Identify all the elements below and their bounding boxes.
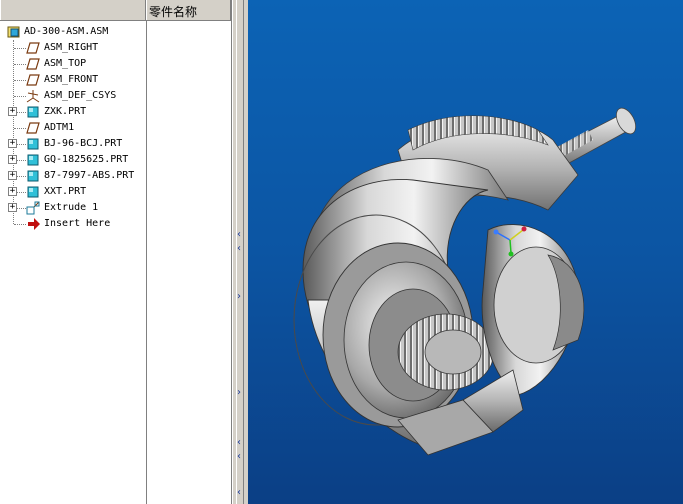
- tree-item-label: ZXK.PRT: [44, 106, 87, 117]
- tree-item-asm-top[interactable]: ASM_TOP: [0, 56, 146, 72]
- tree-item-label: Insert Here: [44, 218, 111, 229]
- tree-item-label: Extrude 1: [44, 202, 99, 213]
- tree-connector: [17, 208, 26, 209]
- column-divider[interactable]: [146, 20, 147, 504]
- tree-column-header-blank[interactable]: [0, 0, 146, 20]
- tree-connector: [14, 224, 26, 225]
- part-icon: [26, 137, 40, 151]
- tree-item-extrude-1[interactable]: + Extrude 1: [0, 200, 146, 216]
- 3d-model-render[interactable]: [248, 0, 683, 504]
- tree-connector: [14, 64, 26, 65]
- expand-icon[interactable]: +: [8, 187, 17, 196]
- tree-item-label: ASM_RIGHT: [44, 42, 99, 53]
- tree-item-insert-here[interactable]: Insert Here: [0, 216, 146, 232]
- expand-icon[interactable]: +: [8, 155, 17, 164]
- tree-item-asm-right[interactable]: ASM_RIGHT: [0, 40, 146, 56]
- tree-connector: [17, 144, 26, 145]
- column-header-part-name[interactable]: 零件名称: [146, 0, 231, 20]
- expand-arrow-icon[interactable]: ›: [237, 388, 241, 398]
- extrude-icon: [26, 201, 40, 215]
- expand-icon[interactable]: +: [8, 203, 17, 212]
- expand-icon[interactable]: +: [8, 107, 17, 116]
- tree-connector: [14, 80, 26, 81]
- part-icon: [26, 169, 40, 183]
- tree-item-adtm1[interactable]: ADTM1: [0, 120, 146, 136]
- tree-connector: [14, 96, 26, 97]
- tree-item-label: ASM_FRONT: [44, 74, 99, 85]
- tree-item-asm-front[interactable]: ASM_FRONT: [0, 72, 146, 88]
- tree-item-gq-1825625[interactable]: + GQ-1825625.PRT: [0, 152, 146, 168]
- collapse-arrow-icon[interactable]: ‹: [237, 244, 241, 254]
- part-icon: [26, 105, 40, 119]
- coordinate-system-icon: [26, 89, 40, 103]
- tree-connector: [17, 160, 26, 161]
- part-icon: [26, 185, 40, 199]
- insert-arrow-icon: [27, 217, 41, 231]
- collapse-arrow-icon[interactable]: ‹: [237, 488, 241, 498]
- tree-item-label: 87-7997-ABS.PRT: [44, 170, 135, 181]
- tree-item-label: BJ-96-BCJ.PRT: [44, 138, 123, 149]
- tree-connector: [14, 48, 26, 49]
- tree-item-label: GQ-1825625.PRT: [44, 154, 129, 165]
- tree-item-zxk[interactable]: + ZXK.PRT: [0, 104, 146, 120]
- expand-icon[interactable]: +: [8, 139, 17, 148]
- tree-item-label: XXT.PRT: [44, 186, 87, 197]
- collapse-arrow-icon[interactable]: ‹: [237, 230, 241, 240]
- expand-arrow-icon[interactable]: ›: [237, 292, 241, 302]
- graphics-viewport[interactable]: [248, 0, 683, 504]
- tree-connector: [17, 112, 26, 113]
- panel-splitter[interactable]: ‹ ‹ › › ‹ ‹ ‹: [232, 0, 249, 504]
- tree-item-label: ADTM1: [44, 122, 75, 133]
- tree-item-asm-def-csys[interactable]: ASM_DEF_CSYS: [0, 88, 146, 104]
- assembly-icon: [7, 25, 21, 39]
- tree-item-label: ASM_DEF_CSYS: [44, 90, 117, 101]
- tree-connector: [17, 192, 26, 193]
- tree-item-bj-96-bcj[interactable]: + BJ-96-BCJ.PRT: [0, 136, 146, 152]
- part-icon: [26, 153, 40, 167]
- tree-connector: [17, 176, 26, 177]
- collapse-arrow-icon[interactable]: ‹: [237, 452, 241, 462]
- tree-item-xxt[interactable]: + XXT.PRT: [0, 184, 146, 200]
- tree-column-header: 零件名称: [0, 0, 231, 21]
- expand-icon[interactable]: +: [8, 171, 17, 180]
- datum-plane-icon: [26, 121, 40, 135]
- datum-plane-icon: [26, 41, 40, 55]
- tree-connector: [14, 128, 26, 129]
- model-tree-panel: 零件名称 AD-300-ASM.ASM ASM_RIGHT ASM_TOP AS…: [0, 0, 232, 504]
- inner-gear: [397, 313, 495, 391]
- datum-plane-icon: [26, 57, 40, 71]
- tree-item-label: ASM_TOP: [44, 58, 87, 69]
- datum-plane-icon: [26, 73, 40, 87]
- collapse-arrow-icon[interactable]: ‹: [237, 438, 241, 448]
- tree-item-label: AD-300-ASM.ASM: [24, 26, 109, 37]
- tree-item-assembly[interactable]: AD-300-ASM.ASM: [0, 24, 146, 40]
- tree-item-87-7997-abs[interactable]: + 87-7997-ABS.PRT: [0, 168, 146, 184]
